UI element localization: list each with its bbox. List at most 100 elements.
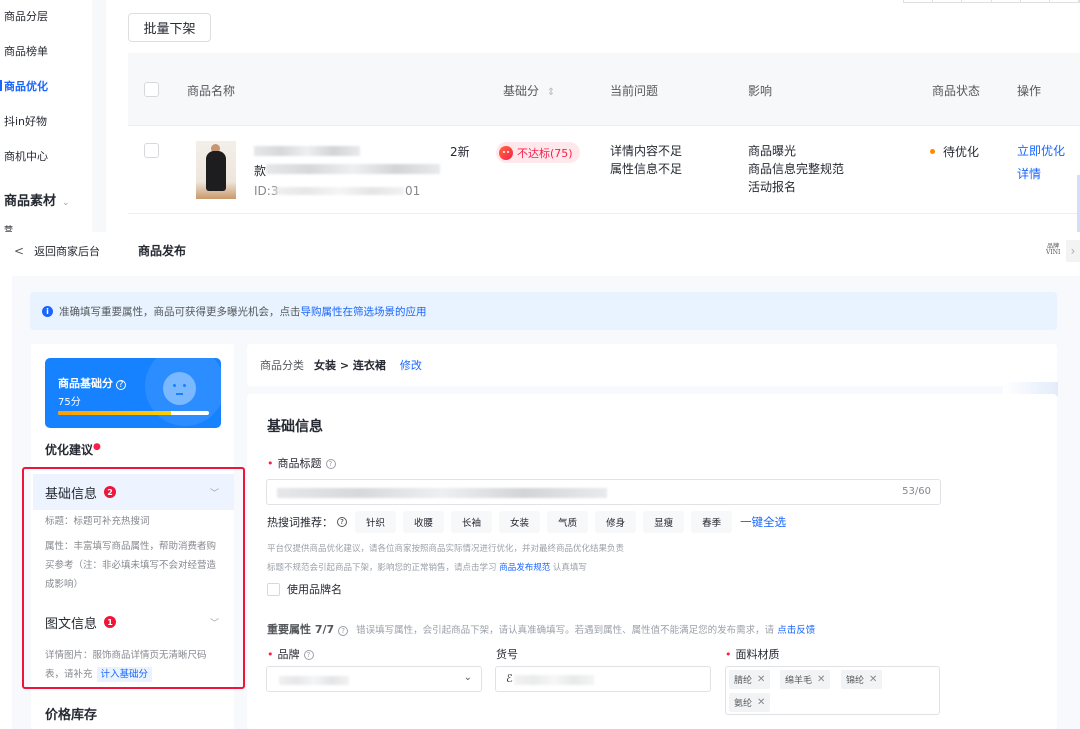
sad-face-icon (499, 145, 513, 160)
material-chip: 腈纶 ✕ (729, 670, 771, 689)
hot-word-tag[interactable]: 针织 (355, 511, 397, 533)
hot-words-label: 热搜词推荐： (267, 516, 333, 529)
current-issues-cell: 详情内容不足 属性信息不足 (610, 142, 682, 178)
hot-word-tag[interactable]: 显瘦 (643, 511, 685, 533)
base-score-card: 商品基础分? 75分 (45, 358, 221, 428)
close-icon[interactable]: ✕ (869, 674, 877, 685)
brand-select[interactable]: ⌄ (266, 666, 482, 692)
status-badge: 待优化 (930, 143, 979, 160)
help-icon[interactable]: ? (325, 459, 336, 469)
sidebar-item-opportunity-center[interactable]: 商机中心 (4, 148, 48, 164)
hot-word-tag[interactable]: 修身 (595, 511, 637, 533)
section-title-basic-info: 基础信息 (267, 419, 323, 435)
sidebar-item-product-optimization[interactable]: 商品优化 (0, 78, 48, 94)
tip-text: 标题不规范会引起商品下架，影响您的正常销售，请点击学习 (267, 563, 500, 573)
page-title: 商品发布 (138, 244, 187, 258)
sidebar-group-label: 商品素材 (4, 194, 57, 209)
product-title-label-text: 商品标题 (277, 457, 322, 470)
brand-label: • 品牌? (267, 646, 314, 662)
product-name-line1-end: 2新 (450, 145, 470, 159)
category-label: 商品分类 (260, 359, 304, 372)
optimization-title-text: 优化建议 (45, 443, 94, 457)
score-badge-label: 不达标(75) (517, 146, 573, 160)
chip-label: 氨纶 (734, 699, 753, 709)
close-icon[interactable]: ✕ (817, 674, 825, 685)
chip-label: 锦纶 (846, 676, 865, 686)
base-score-title: 商品基础分 (58, 377, 113, 390)
important-attributes-header: 重要属性 7/7? 错误填写属性，会引起商品下架，请认真准确填写。若遇到属性、属性… (267, 621, 815, 637)
title-rule-tip: 标题不规范会引起商品下架，影响您的正常销售，请点击学习 商品发布规范 认真填写 (267, 561, 587, 573)
column-header-base-score[interactable]: 基础分 ⇕ (503, 82, 555, 99)
impact-item: 商品信息完整规范 (748, 162, 845, 176)
column-header-base-score-label: 基础分 (503, 84, 540, 98)
help-icon[interactable]: ? (337, 517, 347, 527)
back-to-merchant-link[interactable]: < 返回商家后台 (14, 243, 100, 259)
chevron-right-icon[interactable]: › (1066, 240, 1080, 262)
chevron-left-icon: < (14, 244, 25, 258)
column-header-current-issues: 当前问题 (610, 84, 659, 98)
redacted-text (254, 146, 360, 156)
details-link[interactable]: 详情 (1017, 165, 1041, 182)
hot-words-row: 热搜词推荐：? 针织 收腰 长袖 女装 气质 修身 显瘦 春季 一键全选 (267, 511, 786, 533)
sidebar-item-product-ranking[interactable]: 商品榜单 (4, 43, 48, 59)
notice-banner: i 准确填写重要属性，商品可获得更多曝光机会，点击 导购属性在筛选场景的应用 (30, 292, 1057, 330)
column-header-product-status: 商品状态 (932, 84, 981, 98)
publish-header: < 返回商家后台 商品发布 品牌 VINI › (0, 232, 1080, 268)
batch-delist-button[interactable]: 批量下架 (128, 13, 211, 42)
material-label: • 面料材质 (725, 648, 780, 661)
help-icon[interactable]: ? (303, 650, 314, 660)
optimization-suggestions-title: 优化建议● (45, 441, 101, 458)
redacted-text (514, 675, 594, 685)
sidebar-item-product-tiers[interactable]: 商品分层 (4, 8, 48, 24)
material-multiselect[interactable]: 腈纶 ✕ 绵羊毛 ✕ 锦纶 ✕ 氨纶 ✕ (725, 666, 940, 715)
select-all-checkbox[interactable] (144, 82, 159, 97)
section-price-stock[interactable]: 价格库存 (45, 704, 97, 723)
select-all-hot-words-link[interactable]: 一键全选 (740, 514, 786, 530)
material-chip: 氨纶 ✕ (729, 693, 771, 712)
feedback-link[interactable]: 点击反馈 (777, 625, 815, 636)
hot-word-tag[interactable]: 女装 (499, 511, 541, 533)
impact-cell: 商品曝光 商品信息完整规范 活动报名 (748, 142, 844, 196)
notice-link[interactable]: 导购属性在筛选场景的应用 (301, 304, 427, 319)
important-attributes-hint: 错误填写属性，会引起商品下架，请认真准确填写。若遇到属性、属性值不能满足您的发布… (356, 625, 778, 636)
product-id-suffix: 01 (405, 184, 421, 198)
sku-input[interactable]: ℰ (495, 666, 711, 692)
product-thumbnail[interactable] (196, 141, 236, 199)
category-bar: 商品分类 女装 > 连衣裙 修改 (247, 344, 1057, 386)
close-icon[interactable]: ✕ (757, 697, 765, 708)
base-score-value: 75分 (58, 397, 81, 408)
material-chip: 绵羊毛 ✕ (780, 670, 831, 689)
hot-word-tag[interactable]: 气质 (547, 511, 589, 533)
help-icon[interactable]: ? (116, 380, 126, 390)
use-brand-name-checkbox[interactable]: 使用品牌名 (267, 581, 342, 597)
hot-word-tag[interactable]: 长袖 (451, 511, 493, 533)
help-icon[interactable]: ? (338, 626, 349, 636)
notice-text: 准确填写重要属性，商品可获得更多曝光机会，点击 (59, 305, 301, 318)
sidebar-group-product-material[interactable]: 商品素材 ⌄ (4, 190, 70, 209)
neutral-face-icon (163, 372, 196, 405)
sort-icon[interactable]: ⇕ (547, 87, 555, 98)
status-dot-icon (930, 149, 935, 154)
hot-word-tag[interactable]: 收腰 (403, 511, 445, 533)
close-icon[interactable]: ✕ (757, 674, 765, 685)
optimize-now-link[interactable]: 立即优化 (1017, 142, 1065, 159)
table-row: 2新 款 ID:3 01 不达标(75) 详情内容不足 属性信息不足 商品曝光 … (128, 126, 1080, 214)
highlight-annotation (22, 467, 245, 689)
sidebar-item-douyin-goods[interactable]: 抖in好物 (4, 113, 47, 129)
category-value: 女装 > 连衣裙 (314, 359, 386, 372)
redacted-text (279, 676, 349, 685)
edit-category-link[interactable]: 修改 (400, 357, 422, 373)
chevron-down-icon: ⌄ (463, 672, 472, 683)
product-title-input[interactable]: 53/60 (266, 479, 941, 505)
sku-label: 货号 (496, 648, 518, 661)
hot-word-tag[interactable]: 春季 (691, 511, 733, 533)
status-label: 待优化 (943, 145, 980, 159)
base-score-label: 商品基础分? (58, 375, 126, 391)
brand-label-text: 品牌 (277, 648, 300, 661)
checkbox-box[interactable] (267, 582, 280, 596)
tip-suffix: 认真填写 (550, 563, 587, 573)
publish-rules-link[interactable]: 商品发布规范 (499, 563, 550, 573)
redacted-text (266, 164, 440, 174)
checkbox-label: 使用品牌名 (287, 583, 342, 596)
row-checkbox[interactable] (144, 143, 159, 158)
